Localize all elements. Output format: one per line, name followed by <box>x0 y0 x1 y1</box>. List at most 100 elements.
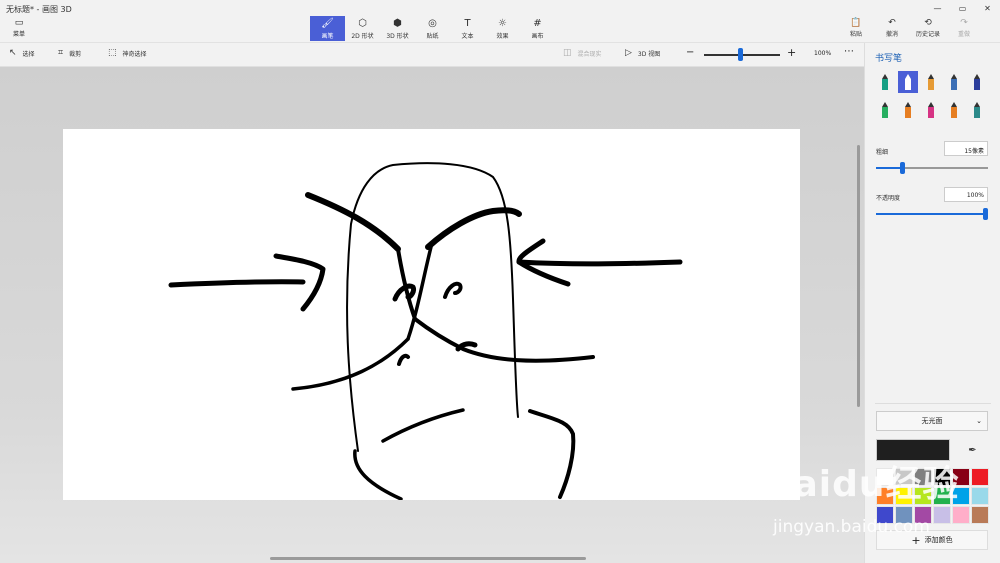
crop-button[interactable]: ⌗ 裁剪 <box>58 48 81 58</box>
more-options-button[interactable]: ⋯ <box>844 46 854 57</box>
watercolor-icon[interactable] <box>944 71 964 93</box>
action-label: 重做 <box>957 31 970 38</box>
magic-select-button[interactable]: ⬚ 神奇选择 <box>108 48 147 58</box>
edit-actions: 📋 粘贴 ↶ 撤消 ⟲ 历史记录 ↷ 重做 <box>838 18 982 40</box>
minimize-button[interactable]: — <box>925 0 950 16</box>
horizontal-scrollbar[interactable] <box>270 557 586 560</box>
marker-icon[interactable] <box>875 71 895 93</box>
action-label: 历史记录 <box>915 31 940 38</box>
thickness-slider[interactable] <box>876 162 988 174</box>
action-label: 粘贴 <box>849 31 862 38</box>
cursor-icon: ↖ <box>9 48 17 58</box>
chevron-down-icon: ⌄ <box>976 417 982 425</box>
canvas-icon: # <box>533 17 542 29</box>
crop-label: 裁剪 <box>69 50 82 58</box>
tool-tab-label: 2D 形状 <box>351 32 374 40</box>
vertical-scrollbar[interactable] <box>857 145 860 407</box>
crop-icon: ⌗ <box>58 48 64 58</box>
tool-tab-label: 画布 <box>531 32 544 40</box>
3d-view-label: 3D 视图 <box>637 50 661 58</box>
history-icon: ⟲ <box>924 18 932 28</box>
finish-value: 无光面 <box>921 417 943 425</box>
tool-tab-label: 3D 形状 <box>386 32 409 40</box>
redo-button[interactable]: ↷ 重做 <box>946 18 982 40</box>
tool-tab-label: 画笔 <box>321 32 334 40</box>
mixed-reality-button[interactable]: ◫ 混合现实 <box>563 48 602 58</box>
crayon-icon[interactable] <box>921 99 941 121</box>
opacity-input[interactable]: 100% <box>944 187 988 202</box>
opacity-label: 不透明度 <box>876 195 901 202</box>
tool-tab[interactable]: ⬡ 2D 形状 <box>345 16 380 41</box>
tool-tab[interactable]: T 文本 <box>450 16 485 41</box>
eyedropper-icon: ✒ <box>968 444 977 456</box>
opacity-slider-thumb[interactable] <box>983 208 988 220</box>
3d-shapes-icon: ⬢ <box>393 17 402 29</box>
mixed-reality-label: 混合现实 <box>577 50 602 58</box>
brush-icon: 🖌 <box>321 17 334 29</box>
calligraphy-pen-icon[interactable] <box>898 71 918 93</box>
opacity-slider-fill <box>876 213 988 215</box>
spray-can-icon[interactable] <box>944 99 964 121</box>
select-label: 选择 <box>22 50 35 58</box>
secondary-toolbar: ↖ 选择 ⌗ 裁剪 ⬚ 神奇选择 ◫ 混合现实 ▷ 3D 视图 − + 100%… <box>0 43 864 67</box>
close-button[interactable]: ✕ <box>975 0 1000 16</box>
window-controls: — ▭ ✕ <box>925 0 1000 16</box>
pixel-pen-icon[interactable] <box>967 71 987 93</box>
action-label: 撤消 <box>885 31 898 38</box>
redo-icon: ↷ <box>960 18 968 28</box>
drawing-strokes <box>168 162 683 500</box>
drawing-canvas[interactable] <box>63 129 800 500</box>
select-button[interactable]: ↖ 选择 <box>9 48 35 58</box>
zoom-slider-thumb[interactable] <box>738 48 744 61</box>
tool-tab[interactable]: 🖌 画笔 <box>310 16 345 41</box>
zoom-in-button[interactable]: + <box>787 46 796 59</box>
ribbon: 无标题* - 画图 3D — ▭ ✕ ▭ 菜单 🖌 画笔 ⬡ 2D 形状 ⬢ 3D 形状 ◎… <box>0 0 1000 43</box>
oil-brush-icon[interactable] <box>921 71 941 93</box>
paste-button[interactable]: 📋 粘贴 <box>838 18 874 40</box>
tool-tab[interactable]: ☼ 效果 <box>485 16 520 41</box>
zoom-value: 100% <box>814 50 832 57</box>
text-icon: T <box>464 17 471 29</box>
effects-icon: ☼ <box>498 17 507 29</box>
pencil-icon[interactable] <box>875 99 895 121</box>
zoom-out-button[interactable]: − <box>686 47 694 58</box>
window-title: 无标题* - 画图 3D <box>6 5 72 14</box>
opacity-slider[interactable] <box>876 208 988 220</box>
watermark-logo: Baidu经验 <box>765 464 960 505</box>
tool-tab-label: 文本 <box>461 32 474 40</box>
magic-select-label: 神奇选择 <box>122 50 147 58</box>
menu-label: 菜单 <box>12 31 25 38</box>
menu-button[interactable]: ▭ 菜单 <box>6 18 32 40</box>
undo-button[interactable]: ↶ 撤消 <box>874 18 910 40</box>
divider <box>875 403 991 404</box>
thickness-label: 粗细 <box>876 149 889 156</box>
history-button[interactable]: ⟲ 历史记录 <box>910 18 946 40</box>
tool-tab[interactable]: ⬢ 3D 形状 <box>380 16 415 41</box>
brush-grid <box>875 71 995 121</box>
3d-view-icon: ▷ <box>625 48 632 58</box>
tool-tab[interactable]: # 画布 <box>520 16 555 41</box>
tool-tabs: 🖌 画笔 ⬡ 2D 形状 ⬢ 3D 形状 ◎ 贴纸 T 文本 ☼ 效果 # 画布 <box>310 16 555 41</box>
eraser-icon[interactable] <box>898 99 918 121</box>
maximize-button[interactable]: ▭ <box>950 0 975 16</box>
thickness-input[interactable]: 15像素 <box>944 141 988 156</box>
thickness-slider-thumb[interactable] <box>899 162 905 174</box>
watermark-url: jingyan.baidu.com <box>773 517 930 537</box>
tool-tab[interactable]: ◎ 贴纸 <box>415 16 450 41</box>
folder-icon: ▭ <box>14 18 24 28</box>
watermark: Baidu经验 jingyan.baidu.com <box>765 455 990 545</box>
undo-icon: ↶ <box>888 18 896 28</box>
2d-shapes-icon: ⬡ <box>358 17 367 29</box>
finish-dropdown[interactable]: 无光面 ⌄ <box>876 411 988 431</box>
paste-icon: 📋 <box>850 18 862 28</box>
fill-icon[interactable] <box>967 99 987 121</box>
thickness-slider-fill <box>876 167 902 169</box>
sticker-icon: ◎ <box>428 17 437 29</box>
tool-tab-label: 贴纸 <box>426 32 439 40</box>
3d-view-button[interactable]: ▷ 3D 视图 <box>625 48 660 58</box>
workspace <box>0 67 864 563</box>
magic-select-icon: ⬚ <box>108 48 117 58</box>
panel-title: 书写笔 <box>875 54 903 64</box>
tool-tab-label: 效果 <box>496 32 509 40</box>
mixed-reality-icon: ◫ <box>563 48 572 58</box>
